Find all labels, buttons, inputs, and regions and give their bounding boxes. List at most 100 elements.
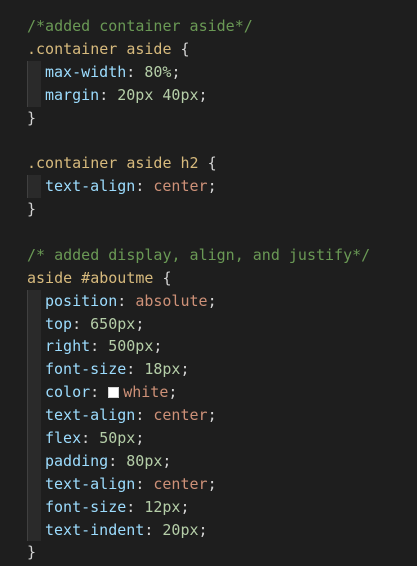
css-value-keyword: absolute — [135, 291, 208, 310]
code-line[interactable]: color: white; — [0, 381, 417, 405]
code-punctuation: ; — [135, 429, 145, 448]
css-value-number: 80% — [144, 62, 172, 81]
css-value-number: 20px 40px — [117, 85, 199, 104]
code-punctuation: ; — [207, 291, 217, 310]
code-line[interactable] — [0, 221, 417, 244]
css-value-keyword: center — [153, 474, 208, 493]
code-punctuation: ; — [168, 383, 178, 402]
code-line[interactable]: } — [0, 107, 417, 130]
indent-guide — [27, 495, 41, 519]
code-punctuation: ; — [180, 497, 190, 516]
code-punctuation: ; — [153, 337, 163, 356]
css-value-keyword: white — [123, 383, 169, 402]
indent-guide — [27, 358, 41, 382]
css-property: text-align — [45, 177, 136, 196]
code-line[interactable]: } — [0, 198, 417, 221]
code-punctuation: { — [171, 39, 190, 58]
code-line[interactable]: right: 500px; — [0, 335, 417, 359]
code-line[interactable]: text-align: center; — [0, 175, 417, 199]
css-property: font-size — [45, 497, 127, 516]
code-line[interactable]: font-size: 12px; — [0, 495, 417, 519]
code-line[interactable]: flex: 50px; — [0, 427, 417, 450]
indent-guide — [27, 427, 41, 450]
code-comment: /*added container aside*/ — [27, 17, 253, 35]
indent-guide — [27, 472, 41, 496]
css-value-keyword: center — [153, 406, 208, 425]
indent-guide — [27, 175, 41, 199]
code-line[interactable]: top: 650px; — [0, 312, 417, 336]
code-punctuation: ; — [198, 85, 208, 104]
css-value-number: 500px — [108, 337, 154, 356]
indent-guide — [27, 518, 41, 542]
code-punctuation: } — [27, 200, 37, 219]
code-punctuation: : — [90, 337, 109, 356]
indent-guide — [27, 335, 41, 359]
code-punctuation: ; — [135, 314, 145, 333]
code-punctuation: } — [27, 108, 37, 127]
code-line[interactable]: aside #aboutme { — [0, 267, 417, 290]
css-property: text-indent — [45, 520, 145, 539]
code-line[interactable]: font-size: 18px; — [0, 358, 417, 382]
css-selector: aside #aboutme — [27, 268, 154, 287]
css-property: padding — [45, 451, 109, 470]
css-value-number: 50px — [99, 429, 136, 448]
code-punctuation: : — [99, 85, 118, 104]
indent-guide — [27, 381, 41, 405]
code-line[interactable]: padding: 80px; — [0, 449, 417, 473]
code-line[interactable]: /*added container aside*/ — [0, 15, 417, 38]
code-line[interactable] — [0, 129, 417, 152]
code-line[interactable]: text-indent: 20px; — [0, 518, 417, 542]
css-property: flex — [45, 429, 82, 448]
indent-guide — [27, 83, 41, 107]
indent-guide — [27, 312, 41, 336]
css-property: color — [45, 383, 91, 402]
code-punctuation: ; — [162, 451, 172, 470]
code-line[interactable]: text-align: center; — [0, 404, 417, 428]
code-line[interactable]: text-align: center; — [0, 472, 417, 496]
indent-guide — [27, 404, 41, 428]
code-punctuation: : — [72, 314, 91, 333]
css-property: position — [45, 291, 118, 310]
code-editor[interactable]: /*added container aside*/ .container asid… — [0, 15, 417, 564]
code-punctuation: : — [108, 451, 127, 470]
css-property: font-size — [45, 360, 127, 379]
code-line[interactable]: margin: 20px 40px; — [0, 83, 417, 107]
indent-guide — [27, 60, 41, 84]
code-punctuation: : — [126, 62, 145, 81]
code-punctuation: : — [126, 497, 145, 516]
code-punctuation: ; — [180, 360, 190, 379]
css-value-number: 18px — [144, 360, 181, 379]
code-line[interactable]: .container aside h2 { — [0, 152, 417, 175]
code-punctuation: { — [153, 268, 172, 287]
code-line[interactable]: /* added display, align, and justify*/ — [0, 244, 417, 267]
css-property: max-width — [45, 62, 127, 81]
css-value-number: 12px — [144, 497, 181, 516]
code-line[interactable]: } — [0, 541, 417, 564]
css-value-number: 80px — [126, 451, 163, 470]
code-comment: /* added display, align, and justify*/ — [27, 245, 371, 264]
css-property: right — [45, 337, 91, 356]
code-punctuation: ; — [207, 177, 217, 196]
code-line[interactable]: max-width: 80%; — [0, 60, 417, 84]
code-punctuation: : — [90, 383, 109, 402]
code-punctuation: : — [135, 474, 154, 493]
css-property: margin — [45, 85, 100, 104]
code-line[interactable]: position: absolute; — [0, 289, 417, 313]
code-punctuation: : — [135, 177, 154, 196]
code-punctuation: { — [198, 154, 217, 173]
code-punctuation: : — [126, 360, 145, 379]
css-value-number: 650px — [90, 314, 136, 333]
code-punctuation: ; — [198, 520, 208, 539]
code-line[interactable]: .container aside { — [0, 38, 417, 61]
css-value-number: 20px — [162, 520, 199, 539]
css-value-keyword: center — [153, 177, 208, 196]
code-punctuation: : — [144, 520, 163, 539]
css-property: text-align — [45, 406, 136, 425]
code-punctuation: : — [135, 406, 154, 425]
color-swatch-icon[interactable] — [108, 387, 120, 399]
code-punctuation: ; — [207, 406, 217, 425]
css-selector: .container aside — [27, 39, 172, 58]
code-punctuation: : — [81, 429, 100, 448]
indent-guide — [27, 449, 41, 473]
code-punctuation: ; — [171, 62, 181, 81]
